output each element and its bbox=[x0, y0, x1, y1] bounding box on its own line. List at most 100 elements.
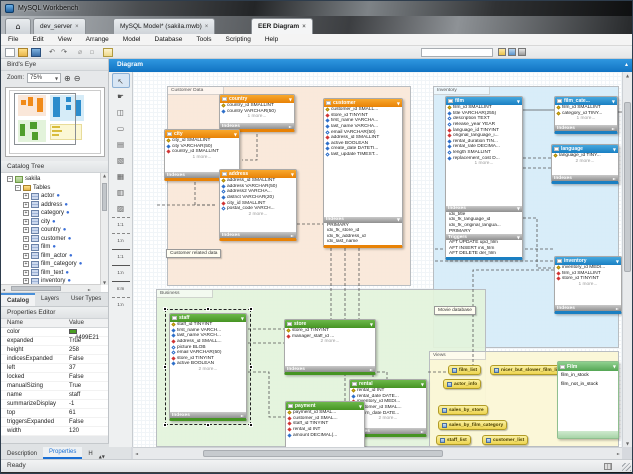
view-customer-list[interactable]: customer_list bbox=[482, 435, 528, 445]
search-input[interactable] bbox=[421, 48, 493, 57]
property-row[interactable]: manualSizingTrue bbox=[1, 382, 108, 391]
new-document-icon[interactable] bbox=[5, 48, 15, 57]
note-customer-related-data[interactable]: Customer related data bbox=[166, 249, 221, 258]
rel-1-n-tool[interactable]: 1:n bbox=[112, 265, 130, 280]
menu-item[interactable]: Database bbox=[148, 36, 190, 43]
table-customer[interactable]: customer▼ customer_id SMALL...store_id T… bbox=[323, 98, 403, 248]
expand-icon[interactable]: + bbox=[23, 253, 29, 259]
eraser-tool-icon[interactable]: ◫ bbox=[112, 105, 130, 120]
property-row[interactable]: width120 bbox=[1, 427, 108, 436]
trigger-row[interactable]: AFT DELETE del_film bbox=[446, 251, 522, 257]
tree-node-table[interactable]: + actor● bbox=[3, 192, 108, 201]
tree-node-table[interactable]: + country● bbox=[3, 226, 108, 235]
expand-icon[interactable]: + bbox=[23, 227, 29, 233]
expand-icon[interactable]: + bbox=[23, 210, 29, 216]
selection-handle[interactable] bbox=[163, 423, 167, 427]
table-header[interactable]: city▼ bbox=[165, 130, 239, 138]
property-row[interactable]: height258 bbox=[1, 346, 108, 355]
tab-eer-diagram[interactable]: EER Diagram× bbox=[251, 18, 313, 34]
chevron-down-icon[interactable]: ▼ bbox=[616, 259, 619, 264]
diagram-canvas[interactable]: Customer Data Inventory Business Views bbox=[133, 72, 622, 447]
indexes-bar[interactable]: Indexes► bbox=[555, 305, 621, 311]
collapse-icon[interactable]: − bbox=[7, 176, 13, 182]
canvas-horizontal-scrollbar[interactable]: ◄► bbox=[133, 447, 622, 459]
tree-node-table[interactable]: + city● bbox=[3, 218, 108, 227]
indexes-bar[interactable]: Indexes► bbox=[220, 232, 296, 238]
close-icon[interactable]: × bbox=[302, 24, 306, 30]
table-header[interactable]: store▼ bbox=[285, 320, 375, 328]
tab-catalog[interactable]: Catalog bbox=[1, 293, 35, 306]
chevron-down-icon[interactable]: ▼ bbox=[359, 404, 362, 409]
rel-1-1-tool[interactable]: 1:1 bbox=[112, 249, 130, 264]
table-header[interactable]: language▼ bbox=[552, 145, 618, 153]
property-row[interactable]: indicesExpandedFalse bbox=[1, 355, 108, 364]
selection-handle[interactable] bbox=[163, 365, 167, 369]
property-row[interactable]: left37 bbox=[1, 364, 108, 373]
note-tool-icon[interactable]: ▤ bbox=[112, 137, 130, 152]
zoom-out-icon[interactable]: ⊖ bbox=[74, 74, 81, 83]
sidebar-toggle-right-icon[interactable] bbox=[518, 48, 526, 56]
zoom-in-icon[interactable]: ⊕ bbox=[64, 74, 71, 83]
menu-item[interactable]: Scripting bbox=[219, 36, 258, 43]
expand-icon[interactable]: + bbox=[23, 236, 29, 242]
expand-icon[interactable]: + bbox=[23, 261, 29, 267]
column-row[interactable]: amount DECIMAL(... bbox=[286, 432, 364, 438]
rel-1-1-nonid-tool[interactable]: 1:1 bbox=[112, 217, 130, 232]
property-row[interactable]: summarizeDisplay-1 bbox=[1, 400, 108, 409]
home-tab[interactable]: ⌂ bbox=[5, 18, 31, 34]
tree-node-table[interactable]: + customer● bbox=[3, 235, 108, 244]
resize-grip[interactable] bbox=[622, 463, 631, 471]
selection-handle[interactable] bbox=[206, 307, 210, 311]
tab-description[interactable]: Description bbox=[1, 449, 43, 459]
selection-handle[interactable] bbox=[249, 307, 253, 311]
tree-node-table[interactable]: + film_text● bbox=[3, 269, 108, 278]
routine-row[interactable]: film_not_in_stock bbox=[558, 380, 618, 389]
table-film-category[interactable]: film_cate...▼ film_id SMALLINTcategory_i… bbox=[554, 96, 618, 134]
index-row[interactable]: idx_last_name bbox=[324, 239, 402, 245]
sidebar-toggle-left-icon[interactable] bbox=[498, 48, 506, 56]
view-nicer-but-slower-film-list[interactable]: nicer_but_slower_film_list bbox=[490, 365, 565, 375]
chevron-down-icon[interactable]: ▼ bbox=[370, 322, 373, 327]
tree-node-tables-folder[interactable]: − Tables bbox=[3, 184, 108, 193]
selection-handle[interactable] bbox=[206, 423, 210, 427]
expand-icon[interactable]: + bbox=[23, 202, 29, 208]
chevron-down-icon[interactable]: ▼ bbox=[234, 132, 237, 137]
undo-icon[interactable]: ↶ bbox=[47, 48, 57, 57]
tree-horizontal-scrollbar[interactable]: ◄► bbox=[1, 284, 101, 292]
tree-node-table[interactable]: + film_category● bbox=[3, 260, 108, 269]
output-toggle-icon[interactable] bbox=[508, 48, 516, 56]
tab-dev-server[interactable]: dev_server× bbox=[33, 18, 86, 34]
tab-properties[interactable]: Properties bbox=[43, 447, 82, 459]
birds-eye-map[interactable] bbox=[5, 87, 105, 157]
open-model-icon[interactable] bbox=[18, 48, 28, 57]
canvas-vertical-scrollbar[interactable]: ▲▼ bbox=[622, 72, 632, 447]
view-tool-icon[interactable]: ▥ bbox=[112, 185, 130, 200]
expand-icon[interactable]: + bbox=[23, 270, 29, 276]
tab-layers[interactable]: Layers bbox=[35, 293, 65, 306]
menu-item[interactable]: Tools bbox=[189, 36, 218, 43]
routine-group-film[interactable]: Film▼ film_in_stockfilm_not_in_stock bbox=[557, 361, 619, 439]
tab-mysql-model[interactable]: MySQL Model* (sakila.mwb)× bbox=[113, 18, 215, 34]
image-tool-icon[interactable]: ▧ bbox=[112, 153, 130, 168]
birds-eye-viewport[interactable] bbox=[14, 93, 76, 145]
save-model-icon[interactable] bbox=[31, 48, 41, 57]
tree-node-table[interactable]: + address● bbox=[3, 201, 108, 210]
indexes-bar[interactable]: Indexes► bbox=[285, 366, 375, 372]
menu-item[interactable]: File bbox=[1, 36, 25, 43]
menu-item[interactable]: View bbox=[51, 36, 79, 43]
view-sales-by-film-category[interactable]: sales_by_film_category bbox=[438, 420, 507, 430]
table-film[interactable]: film▼ film_id SMALLINTtitle VARCHAR(255)… bbox=[445, 96, 523, 260]
chevron-down-icon[interactable]: ▼ bbox=[291, 172, 294, 177]
view-sales-by-store[interactable]: sales_by_store bbox=[438, 405, 488, 415]
table-language[interactable]: language▼ language_id TINY... 2 more... … bbox=[551, 144, 619, 184]
table-header[interactable]: customer▼ bbox=[324, 99, 402, 107]
table-country[interactable]: country▼ country_id SMALLINTcountry VARC… bbox=[219, 94, 295, 132]
expand-icon[interactable]: + bbox=[23, 244, 29, 250]
view-film-list[interactable]: film_list bbox=[448, 365, 481, 375]
chevron-down-icon[interactable]: ▼ bbox=[613, 364, 616, 369]
zoom-select[interactable]: 75%▼ bbox=[27, 73, 61, 83]
layer-tool-icon[interactable]: ▭ bbox=[112, 121, 130, 136]
chevron-down-icon[interactable]: ▼ bbox=[613, 147, 616, 152]
chevron-down-icon[interactable]: ▼ bbox=[612, 99, 615, 104]
table-header[interactable]: rental▼ bbox=[350, 380, 426, 388]
